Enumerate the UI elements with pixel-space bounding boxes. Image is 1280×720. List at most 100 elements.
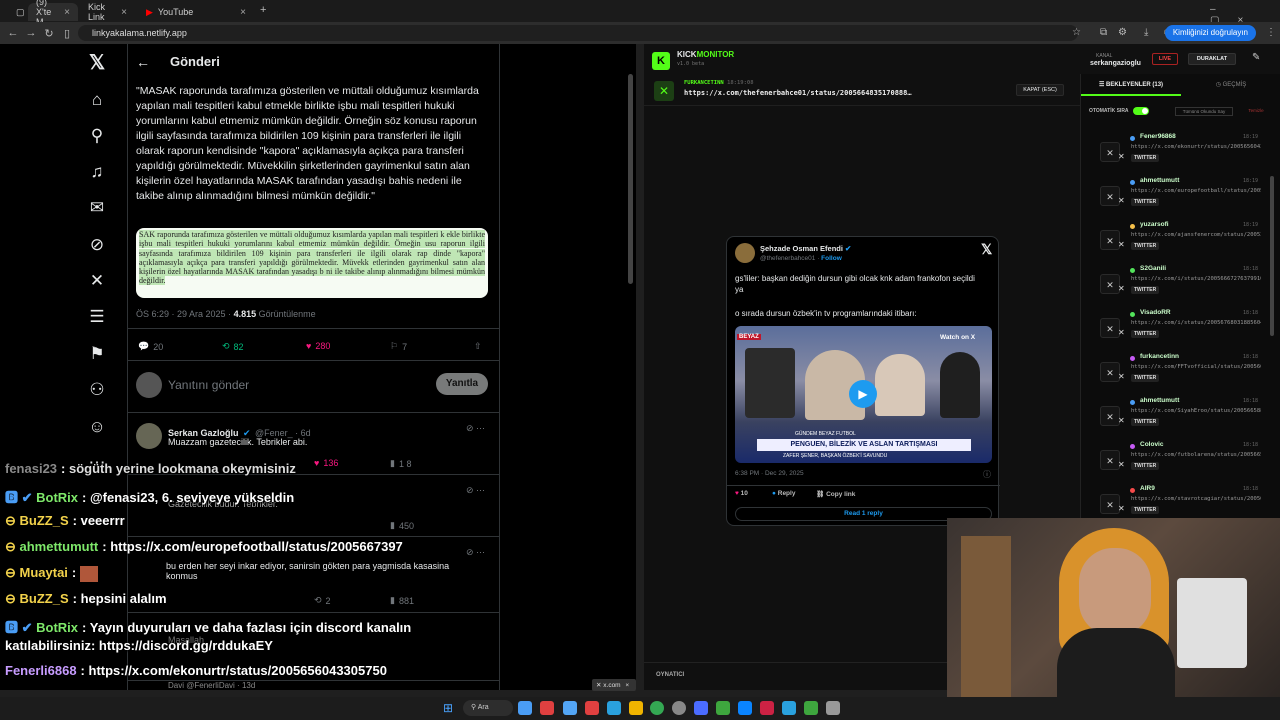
queue-url[interactable]: https://x.com/futbolarena/status/2005665… (1131, 452, 1261, 458)
new-tab-button[interactable]: + (260, 4, 266, 16)
repost-action[interactable]: ⟲ 82 (222, 341, 244, 352)
reply-action[interactable]: 💬 20 (138, 341, 163, 352)
star-icon[interactable]: ☆ (1072, 27, 1081, 38)
grok-icon[interactable]: ⊘ ⋯ (466, 423, 485, 434)
close-icon[interactable]: × (121, 7, 127, 18)
forward-icon[interactable]: → (22, 27, 40, 39)
queue-url[interactable]: https://x.com/FFTvofficial/status/200566… (1131, 364, 1261, 370)
back-arrow-icon[interactable]: ← (136, 54, 150, 70)
remove-icon[interactable]: ✕ (1118, 284, 1125, 293)
sidebar-icon[interactable]: ▯ (58, 27, 76, 40)
app-icon[interactable] (672, 701, 686, 715)
tab-waiting[interactable]: ☰ BEKLEYENLER (13) (1081, 74, 1181, 96)
chrome-icon[interactable] (650, 701, 664, 715)
close-icon[interactable]: × (240, 7, 246, 18)
queue-url[interactable]: https://x.com/i/status/20056667276379910… (1131, 276, 1261, 282)
app-icon[interactable] (694, 701, 708, 715)
app-icon[interactable] (760, 701, 774, 715)
close-icon[interactable]: × (64, 7, 70, 18)
like-action[interactable]: ♥ 280 (306, 341, 330, 351)
app-icon[interactable] (563, 701, 577, 715)
app-icon[interactable] (607, 701, 621, 715)
remove-icon[interactable]: ✕ (1118, 504, 1125, 513)
like-action[interactable]: ♥ 136 (314, 458, 338, 468)
tab-history[interactable]: ◷ GEÇMİŞ (1181, 74, 1280, 96)
queue-item[interactable]: ✕ ✕ VisadoRR 18:18 https://x.com/i/status/20… (1088, 308, 1264, 352)
premium-x-icon[interactable]: ✕ (86, 270, 108, 292)
back-icon[interactable]: ← (4, 27, 22, 39)
queue-url[interactable]: https://x.com/i/status/20056768031885604… (1131, 320, 1261, 326)
queue-item[interactable]: ✕ ✕ furkancetinn 18:18 https://x.com/FFTvoff… (1088, 352, 1264, 396)
app-icon[interactable] (585, 701, 599, 715)
folder-icon[interactable] (629, 701, 643, 715)
home-icon[interactable]: ⌂ (86, 89, 108, 111)
close-button[interactable]: KAPAT (ESC) (1016, 84, 1064, 96)
clear-button[interactable]: Temizle (1239, 107, 1273, 116)
menu-icon[interactable]: ⋮ (1266, 27, 1276, 38)
views-action[interactable]: ▮ 450 (390, 520, 414, 531)
reply-input[interactable]: Yanıtını gönder (168, 378, 249, 392)
app-icon[interactable] (716, 701, 730, 715)
queue-item[interactable]: ✕ ✕ S2Ganili 18:18 https://x.com/i/status/20… (1088, 264, 1264, 308)
auto-queue-toggle[interactable] (1133, 107, 1149, 115)
messages-icon[interactable]: ✉ (86, 197, 108, 219)
play-icon[interactable]: ▶ (849, 380, 877, 408)
tweet-embed[interactable]: Şehzade Osman Efendi ✔ @thefenerbahce01 … (726, 236, 1000, 526)
profile-icon[interactable]: ☺ (86, 416, 108, 438)
queue-item[interactable]: ✕ ✕ Fener96868 18:19 https://x.com/ekonurtr/… (1088, 132, 1264, 176)
grok-icon[interactable]: ⊘ (86, 234, 108, 256)
post-image[interactable]: SAK raporunda tarafımıza gösterilen ve m… (136, 228, 488, 298)
queue-item[interactable]: ✕ ✕ yuzarsofi 18:19 https://x.com/ajansfener… (1088, 220, 1264, 264)
app-icon[interactable] (540, 701, 554, 715)
lists-icon[interactable]: ☰ (86, 306, 108, 328)
close-icon[interactable]: × (625, 682, 629, 689)
windows-start-icon[interactable]: ⊞ (443, 702, 455, 714)
follow-link[interactable]: Follow (821, 255, 842, 262)
remove-icon[interactable]: ✕ (1118, 460, 1125, 469)
queue-url[interactable]: https://x.com/SiyahEroo/status/200566588… (1131, 408, 1261, 414)
app-icon[interactable] (826, 701, 840, 715)
taskbar-search[interactable]: ⚲ Ara (463, 700, 513, 716)
queue-url[interactable]: https://x.com/ekonurtr/status/2005656043… (1131, 144, 1261, 150)
queue-item[interactable]: ✕ ✕ Colovic 18:18 https://x.com/futbolarena/… (1088, 440, 1264, 484)
tab-kick-link[interactable]: Kick Link × (80, 2, 135, 22)
video-thumbnail[interactable]: BEYAZ Watch on X ▶ GÜNDEM BEYAZ FUTBOL P… (735, 326, 992, 463)
embed-copy-link[interactable]: ⛓ Copy link (816, 490, 855, 498)
app-icon[interactable] (738, 701, 752, 715)
app-icon[interactable] (518, 701, 532, 715)
scrollbar[interactable] (1270, 176, 1274, 336)
x-logo-icon[interactable]: 𝕏 (981, 241, 992, 258)
x-logo-icon[interactable]: 𝕏 (86, 52, 108, 74)
tab-x[interactable]: (9) X'te M× (28, 0, 78, 27)
tab-youtube[interactable]: ▶ YouTube × (138, 3, 254, 21)
views-action[interactable]: ▮ 1 8 (390, 458, 411, 469)
embed-reply-action[interactable]: ● Reply (772, 490, 795, 497)
queue-item[interactable]: ✕ ✕ ahmettumutt 18:18 https://x.com/SiyahEro… (1088, 396, 1264, 440)
communities-icon[interactable]: ⚇ (86, 379, 108, 401)
pause-button[interactable]: DURAKLAT (1188, 53, 1236, 65)
notifications-icon[interactable]: ♫ (86, 161, 108, 183)
bookmarks-icon[interactable]: ⚑ (86, 343, 108, 365)
queue-url[interactable]: https://x.com/europefootball/status/2005… (1131, 188, 1261, 194)
xcom-tab-chip[interactable]: ✕ x.com × (592, 679, 636, 691)
watch-on-x[interactable]: Watch on X (940, 334, 975, 341)
download-icon[interactable]: ⤓ (1144, 27, 1148, 38)
info-icon[interactable]: ⓘ (983, 469, 991, 480)
split-icon[interactable]: ⧉ (1100, 27, 1107, 38)
remove-icon[interactable]: ✕ (1118, 240, 1125, 249)
tab-actions-button[interactable]: ▢ (8, 3, 26, 21)
share-icon[interactable]: ⇧ (474, 341, 482, 352)
url-field[interactable]: linkyakalama.netlify.app (78, 25, 1078, 41)
scrollbar[interactable] (628, 74, 633, 284)
reply-button[interactable]: Yanıtla (436, 373, 488, 395)
app-icon[interactable] (782, 701, 796, 715)
mark-all-button[interactable]: Tümünü Okundu Say (1175, 107, 1233, 116)
reload-icon[interactable]: ↻ (40, 27, 58, 40)
grok-icon[interactable]: ⊘ ⋯ (466, 485, 485, 496)
remove-icon[interactable]: ✕ (1118, 372, 1125, 381)
extensions-icon[interactable]: ⚙ (1118, 27, 1127, 38)
repost-action[interactable]: ⟲ 2 (314, 595, 331, 606)
remove-icon[interactable]: ✕ (1118, 328, 1125, 337)
embed-like-action[interactable]: ♥ 10 (735, 490, 748, 497)
queue-item[interactable]: ✕ ✕ ahmettumutt 18:19 https://x.com/europefo… (1088, 176, 1264, 220)
